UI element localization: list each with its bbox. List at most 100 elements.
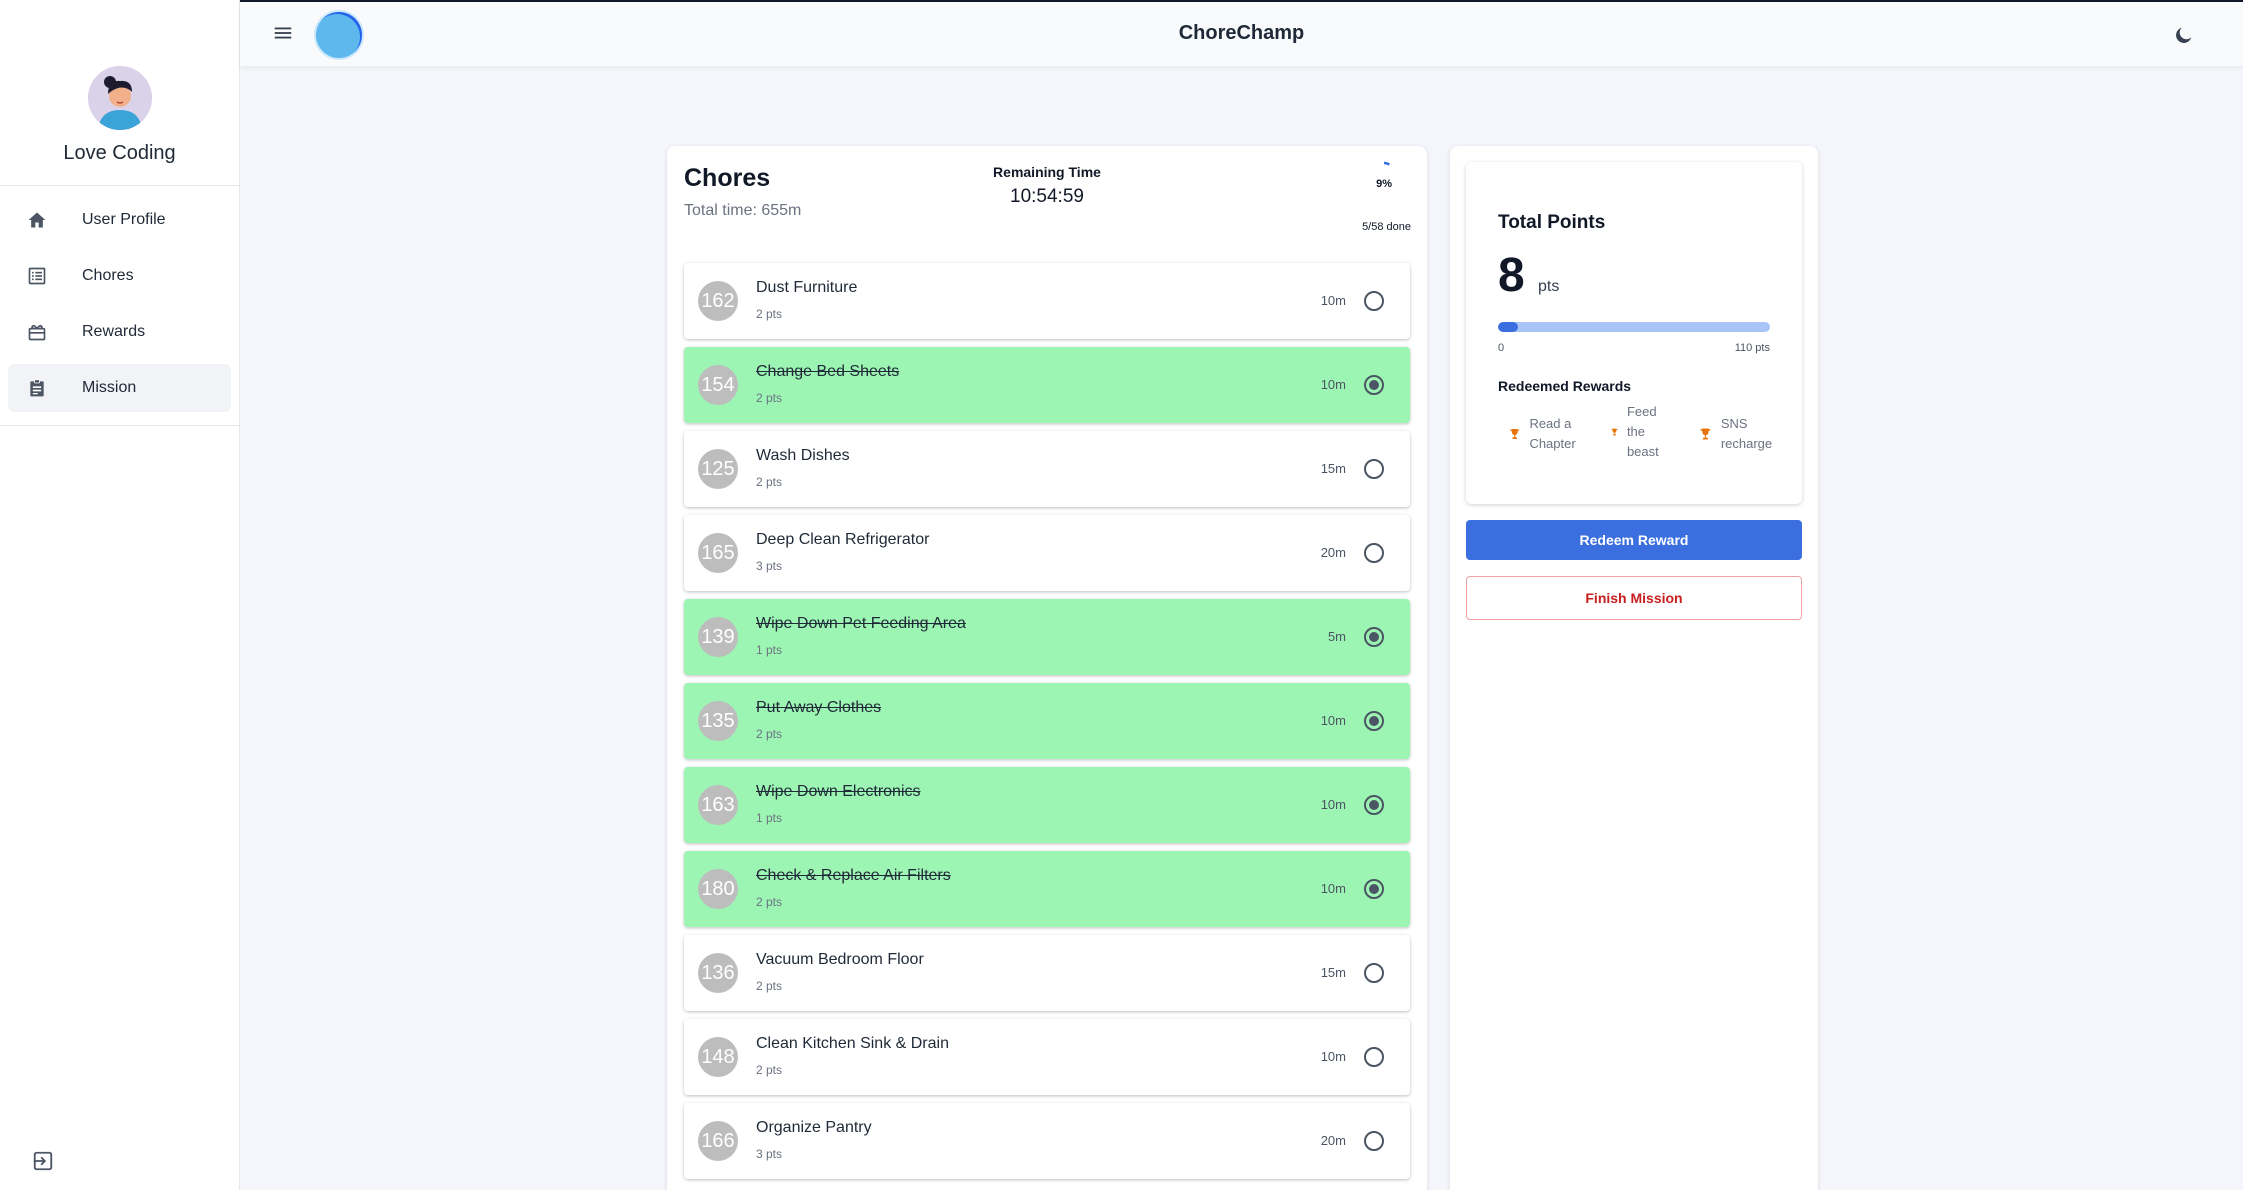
chore-name: Deep Clean Refrigerator (756, 531, 930, 548)
chore-duration: 10m (1320, 881, 1346, 896)
chore-complete-radio[interactable] (1364, 1047, 1384, 1067)
chore-name: Dust Furniture (756, 279, 858, 296)
sidebar-item-label: Mission (82, 379, 137, 396)
chore-complete-radio[interactable] (1364, 711, 1384, 731)
chore-duration: 15m (1320, 461, 1346, 476)
logout-icon[interactable] (32, 1150, 56, 1174)
chore-duration: 20m (1320, 545, 1346, 560)
chore-item[interactable]: 148 Clean Kitchen Sink & Drain 2 pts 10m (684, 1019, 1410, 1095)
chore-points: 2 pts (756, 391, 783, 405)
reward-label: SNS recharge (1720, 416, 1773, 451)
list-icon (26, 265, 48, 287)
points-bar-max: 110 pts (1734, 342, 1770, 354)
chore-id-badge: 162 (698, 281, 738, 321)
trophy-icon (1700, 428, 1711, 440)
chore-complete-radio[interactable] (1364, 291, 1384, 311)
points-panel: Total Points 8 pts 0 110 pts Redeemed Re… (1450, 146, 1818, 1190)
moon-icon[interactable] (2173, 24, 2195, 46)
sidebar-item-chores[interactable]: Chores (8, 252, 231, 300)
chore-points: 2 pts (756, 475, 783, 489)
chore-id-badge: 180 (698, 869, 738, 909)
chore-complete-radio[interactable] (1364, 543, 1384, 563)
redeem-reward-button[interactable]: Redeem Reward (1466, 520, 1802, 560)
user-name: Love Coding (63, 142, 176, 164)
progress-percent: 9% (1376, 178, 1392, 190)
sidebar-nav: User Profile Chores Rewards Mission (0, 186, 239, 426)
chore-points: 2 pts (756, 979, 783, 993)
chore-id-badge: 165 (698, 533, 738, 573)
chore-duration: 5m (1327, 629, 1346, 644)
chore-id-badge: 163 (698, 785, 738, 825)
chore-item[interactable]: 180 Check & Replace Air Filters 2 pts 10… (684, 851, 1410, 927)
chore-id-badge: 139 (698, 617, 738, 657)
points-progress-bar (1498, 322, 1770, 332)
chore-item[interactable]: 162 Dust Furniture 2 pts 10m (684, 263, 1410, 339)
chore-name: Wipe Down Pet Feeding Area (756, 615, 966, 632)
sidebar-item-user-profile[interactable]: User Profile (8, 196, 231, 244)
chore-item[interactable]: 166 Organize Pantry 3 pts 20m (684, 1103, 1410, 1179)
chore-duration: 10m (1320, 377, 1346, 392)
sidebar-item-label: Rewards (82, 323, 146, 340)
chore-name: Wash Dishes (756, 447, 850, 464)
redeemed-reward: Read a Chapter (1508, 414, 1598, 454)
chore-name: Organize Pantry (756, 1119, 872, 1136)
chore-duration: 10m (1320, 1049, 1346, 1064)
sidebar: Love Coding User Profile Chores Rewards … (0, 0, 240, 1190)
chore-id-badge: 154 (698, 365, 738, 405)
chore-name: Clean Kitchen Sink & Drain (756, 1035, 949, 1052)
done-count: 5/58 done (1362, 221, 1411, 233)
chore-complete-radio[interactable] (1364, 627, 1384, 647)
clipboard-icon (26, 377, 48, 399)
chore-points: 2 pts (756, 727, 783, 741)
chore-id-badge: 148 (698, 1037, 738, 1077)
chore-item[interactable]: 136 Vacuum Bedroom Floor 2 pts 15m (684, 935, 1410, 1011)
chore-complete-radio[interactable] (1364, 1131, 1384, 1151)
chore-item[interactable]: 135 Put Away Clothes 2 pts 10m (684, 683, 1410, 759)
chore-item[interactable]: 165 Deep Clean Refrigerator 3 pts 20m (684, 515, 1410, 591)
chore-item[interactable]: 125 Wash Dishes 2 pts 15m (684, 431, 1410, 507)
sidebar-item-rewards[interactable]: Rewards (8, 308, 231, 356)
chore-name: Change Bed Sheets (756, 363, 900, 380)
chore-duration: 15m (1320, 965, 1346, 980)
chore-complete-radio[interactable] (1364, 879, 1384, 899)
chore-points: 1 pts (756, 811, 783, 825)
reward-label: Feed the beast (1626, 404, 1659, 459)
chore-points: 2 pts (756, 895, 783, 909)
trophy-icon (1510, 428, 1520, 440)
chore-item[interactable]: 154 Change Bed Sheets 2 pts 10m (684, 347, 1410, 423)
points-title: Total Points (1498, 212, 1606, 233)
app-title: ChoreChamp (1178, 22, 1305, 44)
profile-section: Love Coding (0, 0, 239, 186)
chore-item[interactable]: 139 Wipe Down Pet Feeding Area 1 pts 5m (684, 599, 1410, 675)
total-points-card: Total Points 8 pts 0 110 pts Redeemed Re… (1466, 162, 1802, 504)
sidebar-item-label: User Profile (82, 211, 166, 228)
chore-id-badge: 135 (698, 701, 738, 741)
sidebar-item-mission[interactable]: Mission (8, 364, 231, 412)
chore-complete-radio[interactable] (1364, 795, 1384, 815)
chore-list: 162 Dust Furniture 2 pts 10m 154 Change … (684, 263, 1410, 1187)
chore-complete-radio[interactable] (1364, 963, 1384, 983)
chore-name: Wipe Down Electronics (756, 783, 921, 800)
chore-points: 3 pts (756, 559, 783, 573)
chore-points: 1 pts (756, 643, 783, 657)
avatar[interactable] (87, 66, 152, 130)
redeemed-reward: Feed the beast (1610, 402, 1670, 462)
chore-name: Check & Replace Air Filters (756, 867, 951, 884)
chore-complete-radio[interactable] (1364, 375, 1384, 395)
chore-item[interactable]: 163 Wipe Down Electronics 1 pts 10m (684, 767, 1410, 843)
chore-points: 3 pts (756, 1147, 783, 1161)
remaining-time-value: 10:54:59 (1010, 186, 1084, 207)
reward-label: Read a Chapter (1529, 416, 1576, 451)
chore-name: Put Away Clothes (756, 699, 882, 716)
points-unit: pts (1538, 278, 1560, 295)
finish-mission-button[interactable]: Finish Mission (1466, 576, 1802, 620)
points-value: 8 (1498, 249, 1525, 302)
top-bar: ChoreChamp (240, 0, 2243, 66)
chore-name: Vacuum Bedroom Floor (756, 951, 924, 968)
points-bar-min: 0 (1498, 342, 1505, 354)
remaining-time-label: Remaining Time (993, 164, 1101, 180)
chore-complete-radio[interactable] (1364, 459, 1384, 479)
redeemed-reward: SNS recharge (1698, 414, 1788, 454)
chore-points: 2 pts (756, 307, 783, 321)
chore-duration: 20m (1320, 1133, 1346, 1148)
